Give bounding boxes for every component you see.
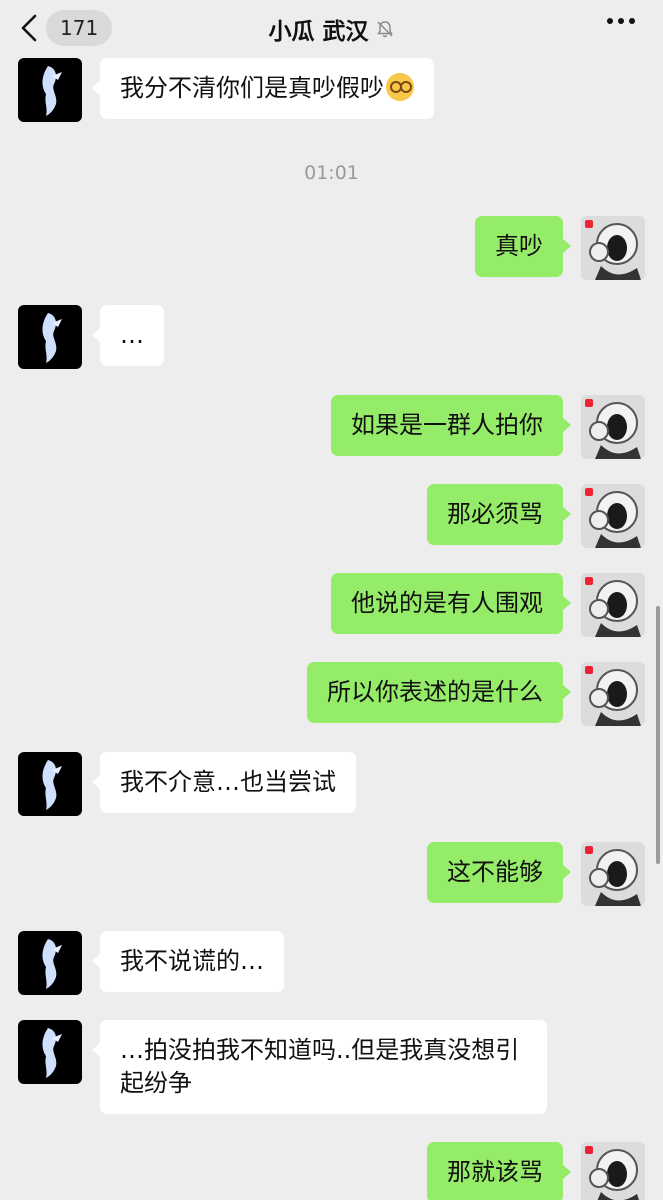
contact-avatar[interactable] [18, 931, 82, 995]
my-avatar[interactable] [581, 573, 645, 637]
more-dots-icon [607, 18, 613, 24]
message-bubble-sent[interactable]: 如果是一群人拍你 [331, 395, 571, 456]
contact-avatar[interactable] [18, 1020, 82, 1084]
more-options-button[interactable] [607, 18, 635, 24]
my-avatar[interactable] [581, 842, 645, 906]
my-avatar[interactable] [581, 1142, 645, 1200]
message-bubble-received[interactable]: 我不介意…也当尝试 [92, 752, 356, 813]
contact-avatar[interactable] [18, 58, 82, 122]
message-bubble-sent[interactable]: 那就该骂 [427, 1142, 571, 1200]
message-bubble-received[interactable]: 我分不清你们是真吵假吵 [92, 58, 434, 119]
chat-timestamp: 01:01 [304, 162, 359, 184]
chat-header: 171 小瓜 武汉 [0, 0, 663, 56]
more-dot [618, 18, 624, 24]
contact-avatar[interactable] [18, 305, 82, 369]
message-bubble-received[interactable]: …拍没拍我不知道吗..但是我真没想引起纷争 [92, 1020, 547, 1114]
my-avatar[interactable] [581, 484, 645, 548]
message-bubble-sent[interactable]: 真吵 [475, 216, 571, 277]
my-avatar[interactable] [581, 662, 645, 726]
chat-title: 小瓜 武汉 [0, 12, 663, 46]
chat-title-text: 小瓜 武汉 [268, 19, 369, 45]
more-dot [629, 18, 635, 24]
message-bubble-received[interactable]: 我不说谎的… [92, 931, 284, 992]
bell-mute-icon [376, 21, 393, 38]
my-avatar[interactable] [581, 216, 645, 280]
message-bubble-sent[interactable]: 他说的是有人围观 [331, 573, 571, 634]
message-bubble-received[interactable]: … [92, 305, 164, 366]
scrollbar[interactable] [656, 606, 660, 864]
message-bubble-sent[interactable]: 所以你表述的是什么 [307, 662, 571, 723]
contact-avatar[interactable] [18, 752, 82, 816]
message-bubble-sent[interactable]: 那必须骂 [427, 484, 571, 545]
message-bubble-sent[interactable]: 这不能够 [427, 842, 571, 903]
dizzy-face-emoji-icon [386, 73, 414, 101]
my-avatar[interactable] [581, 395, 645, 459]
message-text: 我分不清你们是真吵假吵 [120, 74, 384, 102]
